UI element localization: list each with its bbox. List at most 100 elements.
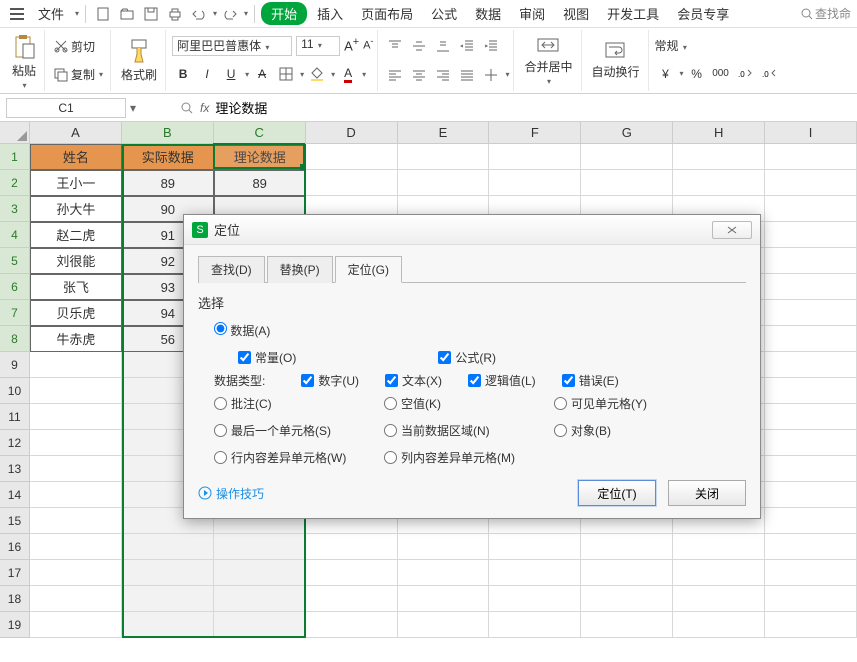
- opt-visible[interactable]: 可见单元格(Y): [554, 395, 724, 412]
- cell[interactable]: [122, 560, 214, 586]
- cell[interactable]: [765, 482, 857, 508]
- cell[interactable]: 89: [214, 170, 306, 196]
- menu-file[interactable]: 文件: [30, 2, 72, 25]
- cell[interactable]: [765, 404, 857, 430]
- cell[interactable]: [489, 534, 581, 560]
- align-top-icon[interactable]: [384, 35, 406, 57]
- strike-button[interactable]: A: [251, 63, 273, 85]
- opt-blank[interactable]: 空值(K): [384, 395, 554, 412]
- cell[interactable]: [489, 612, 581, 638]
- search-box[interactable]: 查找命: [801, 5, 851, 22]
- cell[interactable]: 赵二虎: [30, 222, 122, 248]
- cell[interactable]: [765, 300, 857, 326]
- dialog-close-button[interactable]: [712, 221, 752, 239]
- cell[interactable]: [489, 586, 581, 612]
- align-left-icon[interactable]: [384, 64, 406, 86]
- cell[interactable]: [30, 482, 122, 508]
- cell[interactable]: [581, 170, 673, 196]
- col-header-D[interactable]: D: [306, 122, 398, 144]
- percent-icon[interactable]: %: [686, 63, 708, 85]
- tab-insert[interactable]: 插入: [309, 2, 351, 25]
- cell[interactable]: [30, 508, 122, 534]
- row-header[interactable]: 4: [0, 222, 30, 248]
- cell[interactable]: [398, 612, 490, 638]
- cell[interactable]: [306, 586, 398, 612]
- cell[interactable]: [306, 560, 398, 586]
- cell[interactable]: [765, 274, 857, 300]
- row-header[interactable]: 14: [0, 482, 30, 508]
- chk-text[interactable]: 文本(X): [385, 372, 442, 389]
- cell[interactable]: [765, 508, 857, 534]
- cell[interactable]: [673, 144, 765, 170]
- cell[interactable]: [765, 456, 857, 482]
- cell[interactable]: [214, 560, 306, 586]
- cell[interactable]: [765, 222, 857, 248]
- tab-review[interactable]: 审阅: [511, 2, 553, 25]
- cell[interactable]: 刘很能: [30, 248, 122, 274]
- undo-dd-icon[interactable]: ▾: [213, 9, 217, 18]
- tips-link[interactable]: 操作技巧: [198, 485, 264, 502]
- cell[interactable]: 牛赤虎: [30, 326, 122, 352]
- row-header[interactable]: 3: [0, 196, 30, 222]
- cell[interactable]: [581, 144, 673, 170]
- cell[interactable]: [306, 144, 398, 170]
- col-header-F[interactable]: F: [489, 122, 581, 144]
- cell[interactable]: [765, 170, 857, 196]
- print-icon[interactable]: [164, 3, 186, 25]
- opt-lastcell[interactable]: 最后一个单元格(S): [214, 422, 384, 439]
- chk-logical[interactable]: 逻辑值(L): [468, 372, 536, 389]
- cell[interactable]: 实际数据: [122, 144, 214, 170]
- cell[interactable]: [765, 352, 857, 378]
- row-header[interactable]: 15: [0, 508, 30, 534]
- cell[interactable]: [398, 560, 490, 586]
- tab-replace[interactable]: 替换(P): [267, 256, 333, 283]
- row-header[interactable]: 5: [0, 248, 30, 274]
- cell[interactable]: [765, 612, 857, 638]
- cell[interactable]: [306, 170, 398, 196]
- col-header-H[interactable]: H: [673, 122, 765, 144]
- tab-goto[interactable]: 定位(G): [335, 256, 402, 283]
- wrap-button[interactable]: 自动换行: [588, 39, 644, 82]
- cell[interactable]: [765, 378, 857, 404]
- align-right-icon[interactable]: [432, 64, 454, 86]
- cell[interactable]: [673, 560, 765, 586]
- col-header-B[interactable]: B: [122, 122, 214, 144]
- cell[interactable]: [673, 612, 765, 638]
- file-dropdown-icon[interactable]: ▾: [75, 9, 79, 18]
- cell[interactable]: [214, 586, 306, 612]
- cell[interactable]: [489, 560, 581, 586]
- row-header[interactable]: 9: [0, 352, 30, 378]
- col-header-E[interactable]: E: [398, 122, 490, 144]
- chk-number[interactable]: 数字(U): [301, 372, 359, 389]
- cell[interactable]: 理论数据: [214, 144, 306, 170]
- border-button[interactable]: [275, 63, 297, 85]
- opt-data[interactable]: 数据(A): [214, 322, 270, 339]
- namebox-dd-icon[interactable]: ▾: [126, 101, 140, 115]
- increase-decimal-icon[interactable]: .0: [734, 63, 756, 85]
- cell[interactable]: [214, 534, 306, 560]
- cell[interactable]: [398, 170, 490, 196]
- chk-formula[interactable]: 公式(R): [438, 349, 496, 366]
- row-header[interactable]: 8: [0, 326, 30, 352]
- row-header[interactable]: 12: [0, 430, 30, 456]
- hamburger-icon[interactable]: [6, 3, 28, 25]
- font-name-select[interactable]: 阿里巴巴普惠体 ▾: [172, 36, 292, 56]
- cell[interactable]: [30, 456, 122, 482]
- formula-input[interactable]: [215, 100, 615, 115]
- cell[interactable]: [673, 170, 765, 196]
- currency-icon[interactable]: ¥: [655, 63, 677, 85]
- increase-indent-icon[interactable]: [480, 35, 502, 57]
- opt-rowdiff[interactable]: 行内容差异单元格(W): [214, 449, 384, 466]
- decrease-font-icon[interactable]: A-: [363, 36, 373, 56]
- redo-icon[interactable]: [219, 3, 241, 25]
- align-middle-icon[interactable]: [408, 35, 430, 57]
- opt-object[interactable]: 对象(B): [554, 422, 724, 439]
- cell[interactable]: [673, 586, 765, 612]
- cell[interactable]: [30, 352, 122, 378]
- merge-button[interactable]: 合并居中▾: [520, 34, 576, 88]
- cell[interactable]: [30, 534, 122, 560]
- tab-vip[interactable]: 会员专享: [669, 2, 737, 25]
- new-icon[interactable]: [92, 3, 114, 25]
- cell[interactable]: [581, 534, 673, 560]
- cell[interactable]: [30, 560, 122, 586]
